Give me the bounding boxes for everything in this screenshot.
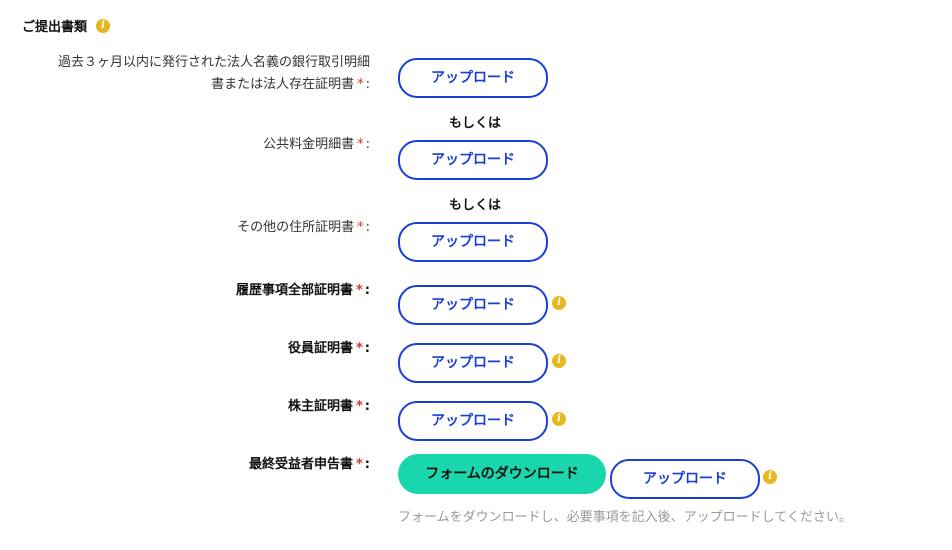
upload-button-utility-bill[interactable]: アップロード bbox=[398, 140, 548, 180]
label-shareholder-certificate: 株主証明書 *: bbox=[287, 399, 370, 414]
required-mark: * bbox=[355, 399, 363, 414]
help-note: フォームをダウンロードし、必要事項を記入後、アップロードしてください。 bbox=[398, 510, 852, 525]
label-other-address: その他の住所証明書 *: bbox=[237, 220, 370, 235]
required-mark: * bbox=[355, 457, 363, 472]
upload-button-other-address[interactable]: アップロード bbox=[398, 222, 548, 262]
label-officer-certificate: 役員証明書 *: bbox=[287, 341, 370, 356]
section-title: ご提出書類 bbox=[22, 16, 87, 35]
upload-button-registry-certificate[interactable]: アップロード bbox=[398, 285, 548, 325]
or-text: もしくは bbox=[448, 198, 501, 213]
upload-button-bank-statement[interactable]: アップロード bbox=[398, 58, 548, 98]
upload-button-officer-certificate[interactable]: アップロード bbox=[398, 343, 548, 383]
label-bank-statement: 過去３ヶ月以内に発行された法人名義の銀行取引明細 書または法人存在証明書 *: bbox=[58, 52, 370, 96]
info-icon[interactable]: i bbox=[763, 470, 777, 484]
label-registry-certificate: 履歴事項全部証明書 *: bbox=[235, 283, 370, 298]
info-icon[interactable]: i bbox=[552, 296, 566, 310]
required-mark: * bbox=[357, 137, 364, 152]
upload-button-beneficial-owner[interactable]: アップロード bbox=[610, 459, 760, 499]
download-form-button[interactable]: フォームのダウンロード bbox=[398, 454, 606, 494]
required-mark: * bbox=[355, 341, 363, 356]
label-beneficial-owner: 最終受益者申告書 *: bbox=[248, 457, 370, 472]
section-title-text: ご提出書類 bbox=[22, 20, 88, 35]
label-utility-bill: 公共料金明細書 *: bbox=[263, 137, 370, 152]
upload-button-shareholder-certificate[interactable]: アップロード bbox=[398, 401, 548, 441]
or-text: もしくは bbox=[448, 116, 501, 131]
info-icon[interactable]: i bbox=[552, 412, 566, 426]
label-line1: 過去３ヶ月以内に発行された法人名義の銀行取引明細 bbox=[57, 55, 370, 70]
required-mark: * bbox=[357, 220, 364, 235]
info-icon[interactable]: i bbox=[96, 19, 110, 33]
required-mark: * bbox=[357, 77, 364, 92]
info-icon[interactable]: i bbox=[552, 354, 566, 368]
label-line2: 書または法人存在証明書 *: bbox=[211, 77, 370, 92]
required-mark: * bbox=[355, 283, 363, 298]
